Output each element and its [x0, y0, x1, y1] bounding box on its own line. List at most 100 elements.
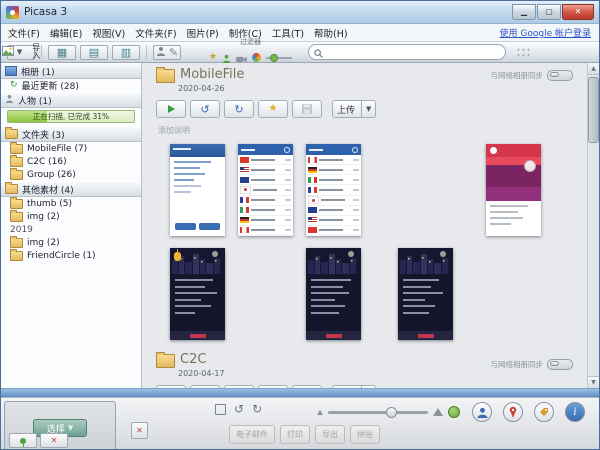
menu-edit[interactable]: 编辑(E) [45, 25, 87, 41]
rotate-left-button[interactable]: ↺ [190, 385, 220, 388]
sidebar-item-thumb[interactable]: thumb (5) [1, 197, 141, 210]
star-filter-icon[interactable]: ★ [209, 53, 217, 62]
menu-folder[interactable]: 文件夹(F) [130, 25, 181, 41]
rotate-right-button[interactable]: ↻ [224, 100, 254, 118]
zoom-slider-thumb[interactable] [386, 407, 397, 418]
sidebar-item-mobilefile[interactable]: MobileFile (7) [1, 142, 141, 155]
search-input[interactable] [327, 47, 500, 58]
rotate-right-button[interactable]: ↻ [252, 403, 262, 415]
photo-thumbnail[interactable] [170, 144, 225, 236]
maximize-button[interactable]: ▢ [537, 4, 561, 20]
rotate-left-button[interactable]: ↺ [234, 403, 244, 415]
tree-view-button[interactable]: ▤ [80, 45, 108, 60]
people-edit-button[interactable]: ✎ [153, 45, 181, 60]
print-button[interactable]: 打印 [280, 425, 310, 444]
sync-toggle[interactable] [547, 359, 573, 370]
chevron-down-icon: ▼ [17, 49, 22, 56]
sidebar-item-img-2019[interactable]: img (2) [1, 236, 141, 249]
collage-button[interactable]: 拼贴 [350, 425, 380, 444]
albums-section-header[interactable]: 相册 (1) [1, 63, 141, 79]
clear-button[interactable]: ✕ [40, 433, 68, 448]
pencil-icon: ✎ [169, 47, 178, 58]
scroll-up-arrow[interactable]: ▲ [588, 63, 599, 75]
photo-thumbnail[interactable] [486, 144, 541, 236]
menu-file[interactable]: 文件(F) [3, 25, 45, 41]
thumbnail-row [170, 248, 587, 340]
rotate-right-icon: ↻ [234, 104, 243, 115]
date-filter-slider[interactable] [266, 57, 292, 59]
save-button[interactable] [292, 100, 322, 118]
phone-header [486, 144, 541, 157]
star-button[interactable]: ★ [258, 100, 288, 118]
upload-button[interactable]: 上传 ▼ [332, 385, 376, 388]
hold-button[interactable] [9, 433, 37, 448]
photo-thumbnail[interactable] [306, 248, 361, 340]
places-panel-button[interactable] [503, 402, 523, 422]
rotate-left-button[interactable]: ↺ [190, 100, 220, 118]
sync-label: 与网络相册同步 [491, 359, 544, 370]
zoom-out-icon[interactable] [317, 410, 323, 415]
search-box[interactable] [308, 44, 506, 60]
folder-icon [10, 144, 23, 154]
folder-view-button[interactable]: ▥ [112, 45, 140, 60]
thumbnail-size-grid-icon [516, 47, 531, 58]
star-button[interactable]: ★ [258, 385, 288, 388]
clear-selection-button[interactable]: ✕ [131, 422, 148, 439]
sync-toggle[interactable] [547, 70, 573, 81]
photo-thumbnail[interactable] [238, 144, 293, 236]
share-buttons-row: 电子邮件 打印 导出 拼贴 [229, 425, 380, 444]
photo-thumbnail[interactable] [170, 248, 225, 340]
group-title[interactable]: C2C [180, 352, 206, 367]
scroll-down-arrow[interactable]: ▼ [588, 376, 599, 388]
zoom-in-icon[interactable] [433, 408, 443, 416]
red-x-icon: ✕ [51, 437, 58, 445]
tray-divider [1, 388, 599, 397]
chevron-down-icon: ▼ [68, 424, 73, 432]
import-button[interactable]: ▼ 导入 [7, 45, 35, 60]
zoom-slider[interactable] [328, 411, 428, 414]
minimize-button[interactable]: ▁ [512, 4, 536, 20]
folders-section-header[interactable]: 文件夹 (3) [1, 126, 141, 142]
sidebar-item-group[interactable]: Group (26) [1, 168, 141, 181]
export-button[interactable]: 导出 [315, 425, 345, 444]
caption-placeholder[interactable]: 添加说明 [158, 125, 587, 136]
slideshow-button[interactable] [156, 385, 186, 388]
menu-help[interactable]: 帮助(H) [309, 25, 353, 41]
slideshow-button[interactable] [156, 100, 186, 118]
sidebar-item-recent[interactable]: ↻ 最近更新 (28) [1, 79, 141, 92]
tag-icon [539, 407, 549, 417]
sidebar-item-friendcircle[interactable]: FriendCircle (1) [1, 249, 141, 262]
email-button[interactable]: 电子邮件 [229, 425, 275, 444]
people-panel-button[interactable] [472, 402, 492, 422]
rotate-right-button[interactable]: ↻ [224, 385, 254, 388]
sidebar-item-img[interactable]: img (2) [1, 210, 141, 223]
upload-button[interactable]: 上传 ▼ [332, 100, 376, 118]
other-section-header[interactable]: 其他素材 (4) [1, 181, 141, 197]
save-button[interactable] [292, 385, 322, 388]
vertical-scrollbar[interactable]: ▲ ▼ [587, 63, 599, 388]
group-title[interactable]: MobileFile [180, 67, 244, 82]
scrollbar-thumb[interactable] [588, 77, 599, 143]
tags-panel-button[interactable] [534, 402, 554, 422]
photo-thumbnail[interactable] [306, 144, 361, 236]
folder-item-label: Group (26) [27, 170, 76, 180]
flat-view-button[interactable]: ▦ [48, 45, 76, 60]
albums-header-label: 相册 (1) [21, 65, 55, 78]
crop-icon[interactable] [215, 404, 226, 415]
scan-status-label: 正在扫描, 已完成 31% [33, 111, 109, 122]
photo-grid-area: MobileFile 2020-04-26 与网络相册同步 ↺ ↻ ★ [142, 63, 587, 388]
zoom-fit-button[interactable] [448, 406, 460, 418]
titlebar[interactable]: Picasa 3 ▁ ▢ ✕ [1, 1, 599, 24]
close-button[interactable]: ✕ [562, 4, 594, 20]
photo-thumbnail[interactable] [398, 248, 453, 340]
people-section-header[interactable]: 人物 (1) [1, 92, 141, 108]
picasa-logo-icon [6, 6, 19, 19]
google-login-link[interactable]: 使用 Google 帐户登录 [500, 26, 591, 39]
folder-icon [10, 199, 23, 209]
photo-icon [2, 46, 14, 58]
menu-view[interactable]: 视图(V) [87, 25, 130, 41]
sidebar-item-c2c[interactable]: C2C (16) [1, 155, 141, 168]
import-button-label: 导入 [32, 44, 40, 60]
palette-filter-icon[interactable] [252, 53, 261, 62]
properties-panel-button[interactable]: i [565, 402, 585, 422]
